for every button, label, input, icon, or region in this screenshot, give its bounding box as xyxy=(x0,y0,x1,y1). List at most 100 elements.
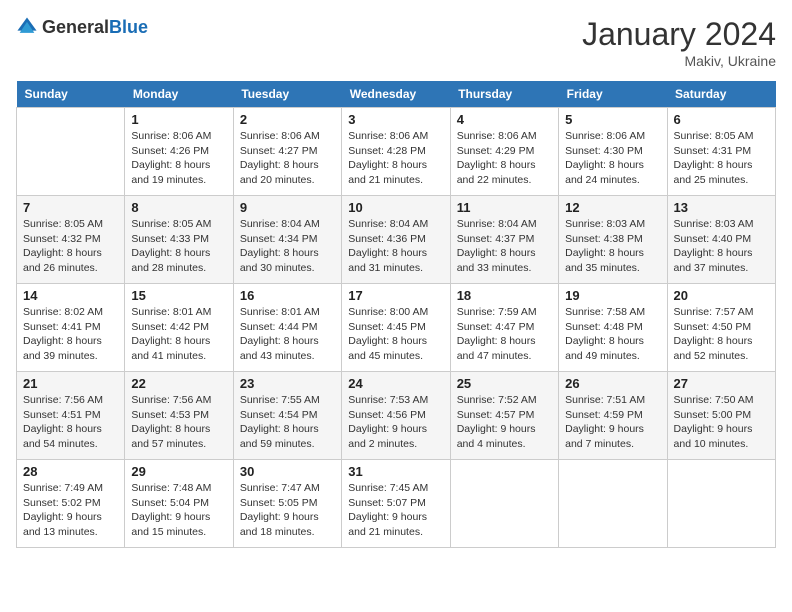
cell-day-number: 24 xyxy=(348,376,443,391)
cell-day-info: Sunrise: 8:01 AM Sunset: 4:44 PM Dayligh… xyxy=(240,305,335,364)
calendar-week-row: 1 Sunrise: 8:06 AM Sunset: 4:26 PM Daylig… xyxy=(17,108,776,196)
table-row: 14 Sunrise: 8:02 AM Sunset: 4:41 PM Dayli… xyxy=(17,284,125,372)
table-row: 10Sunrise: 8:04 AM Sunset: 4:36 PM Dayli… xyxy=(342,196,450,284)
logo-text-blue: Blue xyxy=(109,17,148,37)
cell-day-number: 12 xyxy=(565,200,660,215)
cell-day-info: Sunrise: 7:59 AM Sunset: 4:47 PM Dayligh… xyxy=(457,305,552,364)
cell-day-info: Sunrise: 7:50 AM Sunset: 5:00 PM Dayligh… xyxy=(674,393,769,452)
cell-day-number: 7 xyxy=(23,200,118,215)
cell-day-info: Sunrise: 8:05 AM Sunset: 4:32 PM Dayligh… xyxy=(23,217,118,276)
table-row: 18 Sunrise: 7:59 AM Sunset: 4:47 PM Dayli… xyxy=(450,284,558,372)
table-row: 30 Sunrise: 7:47 AM Sunset: 5:05 PM Dayli… xyxy=(233,460,341,548)
cell-day-info: Sunrise: 7:49 AM Sunset: 5:02 PM Dayligh… xyxy=(23,481,118,540)
cell-day-info: Sunrise: 8:04 AM Sunset: 4:37 PM Dayligh… xyxy=(457,217,552,276)
table-row: 24 Sunrise: 7:53 AM Sunset: 4:56 PM Dayli… xyxy=(342,372,450,460)
table-row: 6 Sunrise: 8:05 AM Sunset: 4:31 PM Daylig… xyxy=(667,108,775,196)
cell-day-number: 17 xyxy=(348,288,443,303)
table-row: 15 Sunrise: 8:01 AM Sunset: 4:42 PM Dayli… xyxy=(125,284,233,372)
cell-day-number: 30 xyxy=(240,464,335,479)
cell-day-info: Sunrise: 8:04 AM Sunset: 4:34 PM Dayligh… xyxy=(240,217,335,276)
cell-day-info: Sunrise: 8:04 AM Sunset: 4:36 PM Dayligh… xyxy=(348,217,443,276)
table-row: 12Sunrise: 8:03 AM Sunset: 4:38 PM Dayli… xyxy=(559,196,667,284)
header-col-wednesday: Wednesday xyxy=(342,81,450,108)
calendar-week-row: 21 Sunrise: 7:56 AM Sunset: 4:51 PM Dayli… xyxy=(17,372,776,460)
header-col-tuesday: Tuesday xyxy=(233,81,341,108)
table-row: 29 Sunrise: 7:48 AM Sunset: 5:04 PM Dayli… xyxy=(125,460,233,548)
header-col-thursday: Thursday xyxy=(450,81,558,108)
cell-day-number: 19 xyxy=(565,288,660,303)
cell-day-number: 27 xyxy=(674,376,769,391)
logo: GeneralBlue xyxy=(16,16,148,38)
header-col-saturday: Saturday xyxy=(667,81,775,108)
calendar-header-row: SundayMondayTuesdayWednesdayThursdayFrid… xyxy=(17,81,776,108)
table-row: 7 Sunrise: 8:05 AM Sunset: 4:32 PM Daylig… xyxy=(17,196,125,284)
calendar-week-row: 7 Sunrise: 8:05 AM Sunset: 4:32 PM Daylig… xyxy=(17,196,776,284)
cell-day-number: 11 xyxy=(457,200,552,215)
cell-day-info: Sunrise: 8:06 AM Sunset: 4:29 PM Dayligh… xyxy=(457,129,552,188)
table-row: 3Sunrise: 8:06 AM Sunset: 4:28 PM Daylig… xyxy=(342,108,450,196)
cell-day-info: Sunrise: 8:06 AM Sunset: 4:26 PM Dayligh… xyxy=(131,129,226,188)
table-row: 5 Sunrise: 8:06 AM Sunset: 4:30 PM Daylig… xyxy=(559,108,667,196)
logo-icon xyxy=(16,16,38,38)
cell-day-number: 28 xyxy=(23,464,118,479)
table-row: 19 Sunrise: 7:58 AM Sunset: 4:48 PM Dayli… xyxy=(559,284,667,372)
logo-text-general: General xyxy=(42,17,109,37)
table-row xyxy=(450,460,558,548)
table-row: 17 Sunrise: 8:00 AM Sunset: 4:45 PM Dayli… xyxy=(342,284,450,372)
cell-day-number: 5 xyxy=(565,112,660,127)
table-row: 20Sunrise: 7:57 AM Sunset: 4:50 PM Dayli… xyxy=(667,284,775,372)
table-row: 1 Sunrise: 8:06 AM Sunset: 4:26 PM Daylig… xyxy=(125,108,233,196)
cell-day-info: Sunrise: 8:03 AM Sunset: 4:40 PM Dayligh… xyxy=(674,217,769,276)
table-row: 11 Sunrise: 8:04 AM Sunset: 4:37 PM Dayli… xyxy=(450,196,558,284)
table-row xyxy=(17,108,125,196)
cell-day-info: Sunrise: 8:01 AM Sunset: 4:42 PM Dayligh… xyxy=(131,305,226,364)
cell-day-info: Sunrise: 8:05 AM Sunset: 4:33 PM Dayligh… xyxy=(131,217,226,276)
table-row: 21 Sunrise: 7:56 AM Sunset: 4:51 PM Dayli… xyxy=(17,372,125,460)
cell-day-info: Sunrise: 8:06 AM Sunset: 4:28 PM Dayligh… xyxy=(348,129,443,188)
table-row: 27 Sunrise: 7:50 AM Sunset: 5:00 PM Dayli… xyxy=(667,372,775,460)
cell-day-number: 18 xyxy=(457,288,552,303)
cell-day-info: Sunrise: 7:47 AM Sunset: 5:05 PM Dayligh… xyxy=(240,481,335,540)
table-row: 31Sunrise: 7:45 AM Sunset: 5:07 PM Dayli… xyxy=(342,460,450,548)
cell-day-info: Sunrise: 8:05 AM Sunset: 4:31 PM Dayligh… xyxy=(674,129,769,188)
cell-day-number: 9 xyxy=(240,200,335,215)
cell-day-number: 13 xyxy=(674,200,769,215)
cell-day-number: 26 xyxy=(565,376,660,391)
table-row: 16Sunrise: 8:01 AM Sunset: 4:44 PM Dayli… xyxy=(233,284,341,372)
title-block: January 2024 Makiv, Ukraine xyxy=(582,16,776,69)
cell-day-info: Sunrise: 7:56 AM Sunset: 4:53 PM Dayligh… xyxy=(131,393,226,452)
cell-day-number: 29 xyxy=(131,464,226,479)
cell-day-info: Sunrise: 7:56 AM Sunset: 4:51 PM Dayligh… xyxy=(23,393,118,452)
month-title: January 2024 xyxy=(582,16,776,53)
table-row: 28 Sunrise: 7:49 AM Sunset: 5:02 PM Dayli… xyxy=(17,460,125,548)
cell-day-info: Sunrise: 7:48 AM Sunset: 5:04 PM Dayligh… xyxy=(131,481,226,540)
cell-day-info: Sunrise: 8:00 AM Sunset: 4:45 PM Dayligh… xyxy=(348,305,443,364)
cell-day-info: Sunrise: 8:06 AM Sunset: 4:30 PM Dayligh… xyxy=(565,129,660,188)
cell-day-number: 6 xyxy=(674,112,769,127)
cell-day-number: 4 xyxy=(457,112,552,127)
cell-day-number: 22 xyxy=(131,376,226,391)
cell-day-info: Sunrise: 7:57 AM Sunset: 4:50 PM Dayligh… xyxy=(674,305,769,364)
cell-day-info: Sunrise: 7:58 AM Sunset: 4:48 PM Dayligh… xyxy=(565,305,660,364)
cell-day-number: 1 xyxy=(131,112,226,127)
calendar-week-row: 14 Sunrise: 8:02 AM Sunset: 4:41 PM Dayli… xyxy=(17,284,776,372)
cell-day-info: Sunrise: 7:55 AM Sunset: 4:54 PM Dayligh… xyxy=(240,393,335,452)
cell-day-number: 15 xyxy=(131,288,226,303)
cell-day-number: 14 xyxy=(23,288,118,303)
table-row: 22 Sunrise: 7:56 AM Sunset: 4:53 PM Dayli… xyxy=(125,372,233,460)
cell-day-info: Sunrise: 8:02 AM Sunset: 4:41 PM Dayligh… xyxy=(23,305,118,364)
header-col-friday: Friday xyxy=(559,81,667,108)
table-row: 9 Sunrise: 8:04 AM Sunset: 4:34 PM Daylig… xyxy=(233,196,341,284)
cell-day-number: 21 xyxy=(23,376,118,391)
calendar-table: SundayMondayTuesdayWednesdayThursdayFrid… xyxy=(16,81,776,548)
table-row: 8Sunrise: 8:05 AM Sunset: 4:33 PM Daylig… xyxy=(125,196,233,284)
cell-day-number: 25 xyxy=(457,376,552,391)
cell-day-info: Sunrise: 8:06 AM Sunset: 4:27 PM Dayligh… xyxy=(240,129,335,188)
cell-day-number: 31 xyxy=(348,464,443,479)
header-col-monday: Monday xyxy=(125,81,233,108)
cell-day-info: Sunrise: 7:53 AM Sunset: 4:56 PM Dayligh… xyxy=(348,393,443,452)
cell-day-number: 23 xyxy=(240,376,335,391)
table-row: 2Sunrise: 8:06 AM Sunset: 4:27 PM Daylig… xyxy=(233,108,341,196)
cell-day-info: Sunrise: 7:51 AM Sunset: 4:59 PM Dayligh… xyxy=(565,393,660,452)
table-row: 25Sunrise: 7:52 AM Sunset: 4:57 PM Dayli… xyxy=(450,372,558,460)
